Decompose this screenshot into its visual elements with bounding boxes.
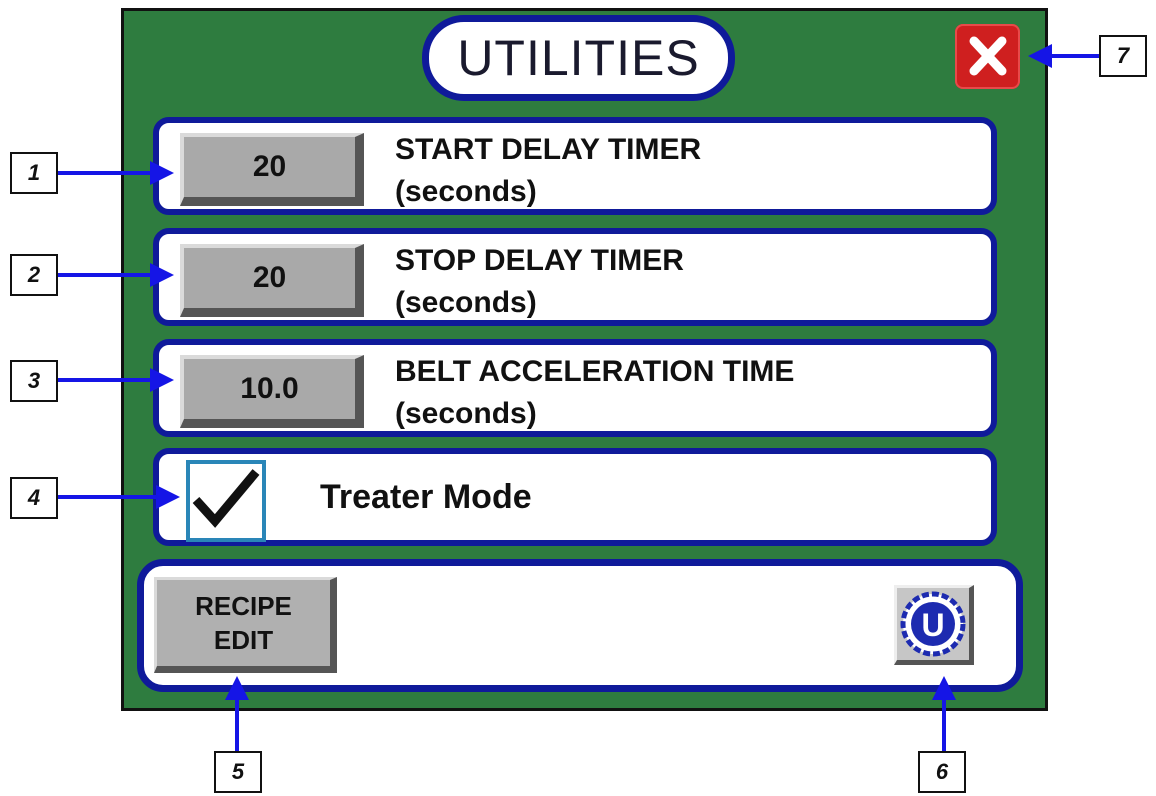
callout-2: 2: [10, 254, 58, 296]
belt-acceleration-title: BELT ACCELERATION TIME: [395, 355, 795, 388]
close-button[interactable]: [955, 24, 1020, 89]
close-x-icon: [969, 36, 1007, 76]
page-title: UTILITIES: [422, 15, 735, 101]
stop-delay-panel: 20 STOP DELAY TIMER (seconds): [153, 228, 997, 326]
callout-7: 7: [1099, 35, 1147, 77]
recipe-edit-line1: RECIPE: [195, 591, 292, 621]
title-text: UTILITIES: [457, 30, 700, 86]
stop-delay-value: 20: [252, 261, 287, 294]
callout-4: 4: [10, 477, 58, 519]
start-delay-value-button[interactable]: 20: [180, 133, 364, 206]
callout-5: 5: [214, 751, 262, 793]
stop-delay-unit: (seconds): [395, 286, 537, 319]
bottom-bar: RECIPE EDIT U: [137, 559, 1023, 692]
callout-6: 6: [918, 751, 966, 793]
start-delay-label: START DELAY TIMER (seconds): [395, 129, 701, 213]
logo-letter: U: [921, 607, 944, 643]
belt-acceleration-panel: 10.0 BELT ACCELERATION TIME (seconds): [153, 339, 997, 437]
start-delay-unit: (seconds): [395, 175, 537, 208]
treater-mode-panel: Treater Mode: [153, 448, 997, 546]
stop-delay-value-button[interactable]: 20: [180, 244, 364, 317]
belt-acceleration-unit: (seconds): [395, 397, 537, 430]
treater-mode-label: Treater Mode: [320, 478, 532, 516]
utilities-screen: UTILITIES 20 START DELAY TIMER (seconds)…: [121, 8, 1048, 711]
callout-3: 3: [10, 360, 58, 402]
start-delay-title: START DELAY TIMER: [395, 133, 702, 166]
treater-mode-checkbox[interactable]: [186, 460, 266, 542]
recipe-edit-line2: EDIT: [213, 625, 274, 655]
belt-acceleration-label: BELT ACCELERATION TIME (seconds): [395, 351, 794, 435]
checkmark-icon: [192, 469, 260, 528]
stop-delay-label: STOP DELAY TIMER (seconds): [395, 240, 684, 324]
brand-logo-icon: U: [900, 591, 966, 657]
recipe-edit-button[interactable]: RECIPE EDIT: [154, 577, 337, 673]
start-delay-value: 20: [252, 150, 287, 183]
start-delay-panel: 20 START DELAY TIMER (seconds): [153, 117, 997, 215]
stop-delay-title: STOP DELAY TIMER: [395, 244, 684, 277]
callout-1: 1: [10, 152, 58, 194]
belt-acceleration-value-button[interactable]: 10.0: [180, 355, 364, 428]
logo-button[interactable]: U: [894, 585, 974, 665]
belt-acceleration-value: 10.0: [240, 372, 299, 405]
